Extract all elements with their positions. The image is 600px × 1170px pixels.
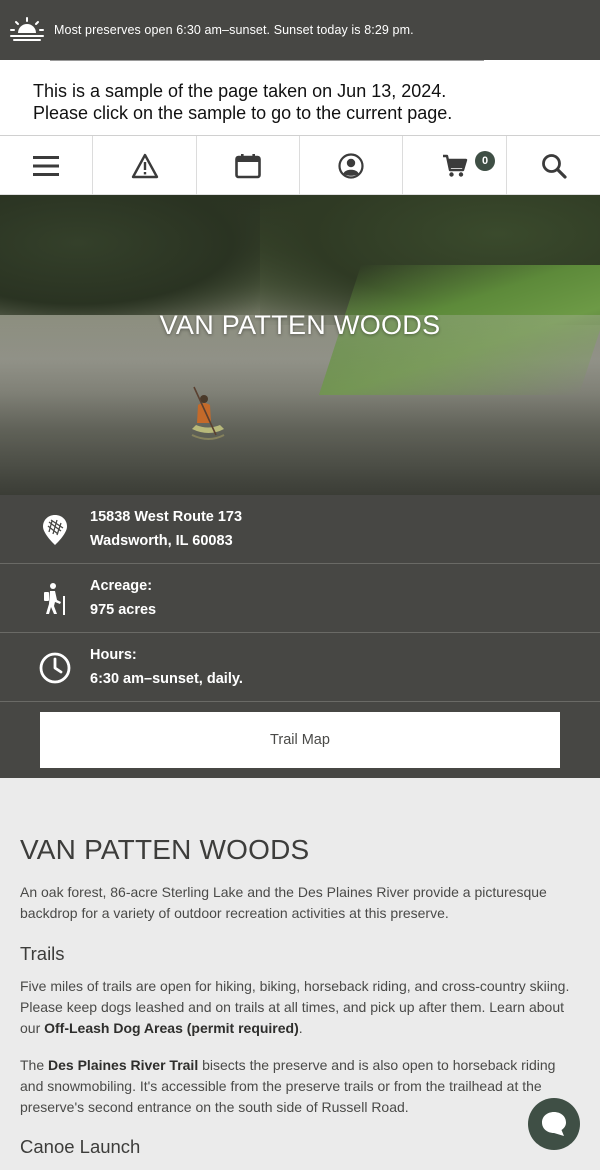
user-account-icon	[338, 152, 364, 179]
preserve-info-panel: 15838 West Route 173 Wadsworth, IL 60083…	[0, 495, 600, 778]
announcement-text: Most preserves open 6:30 am–sunset. Suns…	[54, 23, 414, 37]
search-button[interactable]	[507, 136, 600, 195]
address-row: 15838 West Route 173 Wadsworth, IL 60083	[0, 495, 600, 564]
trails-p2-start: The	[20, 1057, 49, 1073]
acreage-row: Acreage: 975 acres	[0, 564, 600, 633]
trails-paragraph-2: The Des Plaines River Trail bisects the …	[20, 1055, 580, 1118]
main-content: VAN PATTEN WOODS An oak forest, 86-acre …	[0, 778, 600, 1170]
acreage-label: Acreage:	[90, 578, 153, 594]
hero-title: VAN PATTEN WOODS	[159, 310, 441, 340]
acreage-value: 975 acres	[90, 602, 157, 618]
intro-paragraph: An oak forest, 86-acre Sterling Lake and…	[20, 884, 547, 921]
sample-notice[interactable]: This is a sample of the page taken on Ju…	[0, 60, 600, 136]
canoe-launch-heading: Canoe Launch	[20, 1136, 141, 1157]
chat-bubble-icon	[542, 1112, 566, 1136]
trail-map-button[interactable]: Trail Map	[40, 712, 560, 768]
announcement-bar: Most preserves open 6:30 am–sunset. Suns…	[0, 0, 600, 60]
sample-notice-line1: This is a sample of the page taken on Ju…	[33, 81, 447, 101]
menu-button[interactable]	[0, 136, 93, 195]
calendar-icon	[235, 153, 261, 178]
off-leash-dog-areas-link[interactable]: Off-Leash Dog Areas (permit required)	[44, 1020, 299, 1036]
chat-button[interactable]	[528, 1098, 580, 1150]
page-title: VAN PATTEN WOODS	[20, 834, 310, 865]
sunset-icon	[10, 17, 44, 41]
trails-p1-end: .	[298, 1020, 303, 1036]
hero-banner: VAN PATTEN WOODS	[0, 195, 600, 495]
search-icon	[541, 153, 567, 179]
shopping-cart-icon	[442, 154, 467, 177]
trails-heading: Trails	[20, 943, 65, 964]
hero-photo-water	[0, 315, 600, 495]
icon-nav: 0	[0, 136, 600, 195]
clock-icon	[39, 652, 71, 684]
hiker-icon	[44, 583, 65, 615]
hours-label: Hours:	[90, 647, 137, 663]
canoe-paddler-image	[191, 386, 225, 440]
address-line2: Wadsworth, IL 60083	[90, 533, 233, 549]
sample-notice-line2: Please click on the sample to go to the …	[33, 103, 453, 123]
calendar-button[interactable]	[197, 136, 300, 195]
trails-paragraph-1: Five miles of trails are open for hiking…	[20, 976, 580, 1039]
hours-row: Hours: 6:30 am–sunset, daily.	[0, 633, 600, 702]
alerts-button[interactable]	[93, 136, 197, 195]
map-pin-icon	[43, 515, 67, 545]
cart-count-badge: 0	[475, 151, 495, 171]
cart-button[interactable]: 0	[403, 136, 507, 195]
hamburger-menu-icon	[33, 155, 59, 176]
des-plaines-river-trail-link[interactable]: Des Plaines River Trail	[48, 1057, 198, 1073]
warning-icon	[131, 153, 158, 178]
hero-photo-trees-left	[0, 195, 260, 315]
account-button[interactable]	[300, 136, 403, 195]
notice-divider	[50, 60, 484, 61]
address-line1: 15838 West Route 173	[90, 509, 243, 525]
hours-value: 6:30 am–sunset, daily.	[90, 671, 243, 687]
